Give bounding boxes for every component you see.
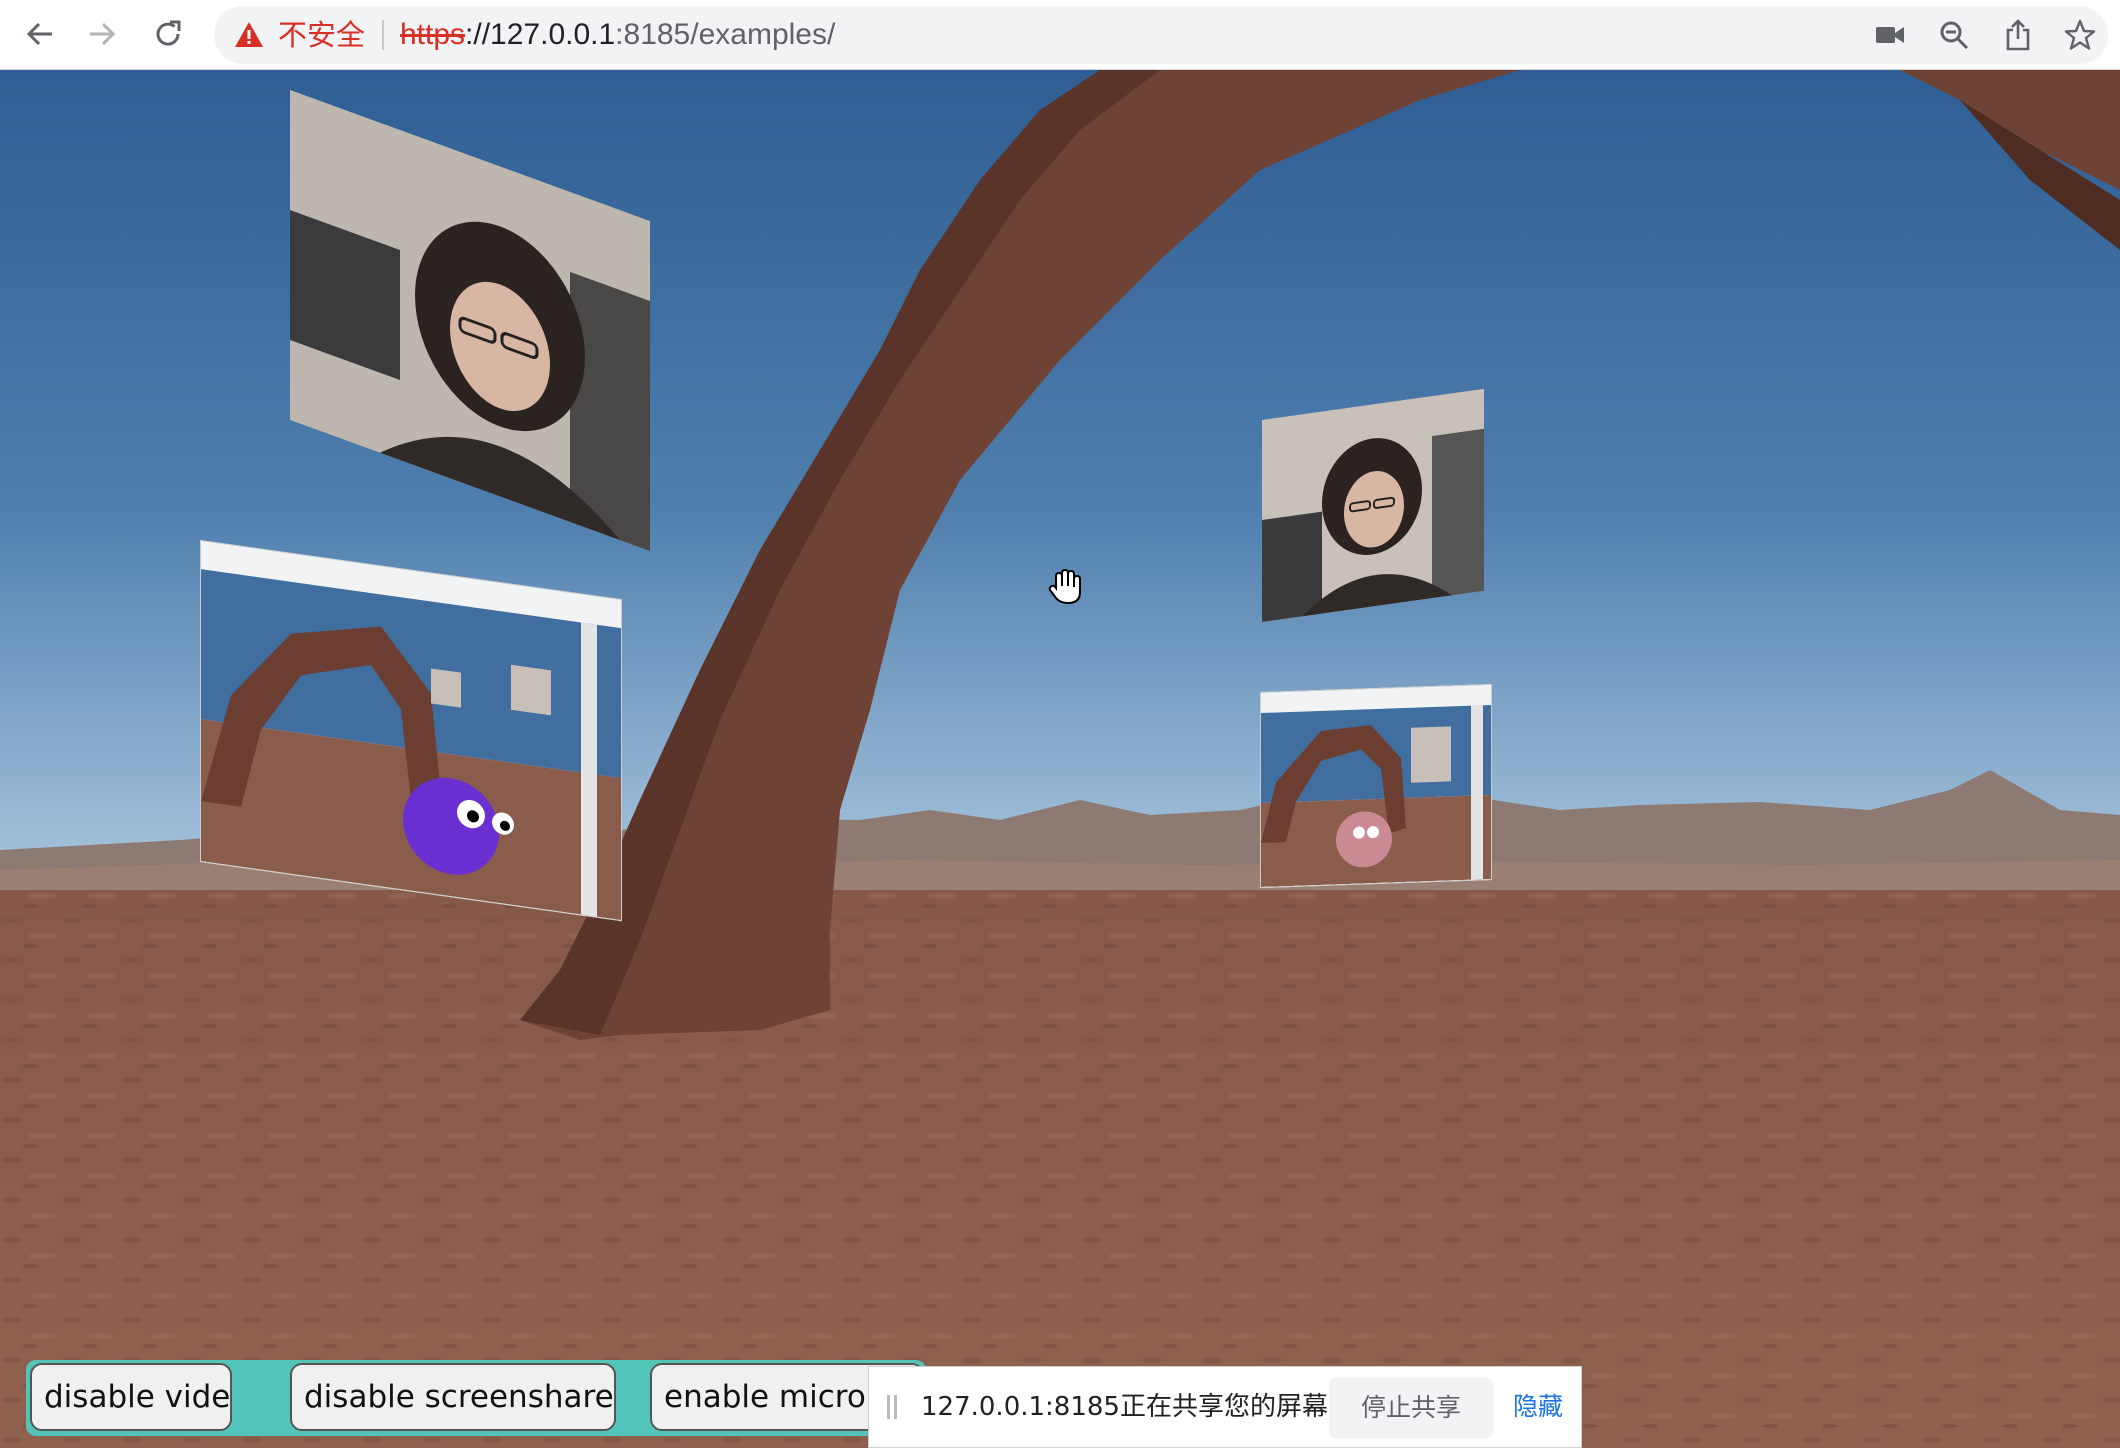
video-camera-icon [1876, 27, 1904, 43]
disable-screenshare-button[interactable]: disable screenshare [290, 1363, 616, 1431]
screenshare-panel-left [200, 540, 622, 922]
screenshare-thumbnail [1261, 684, 1491, 888]
screen-share-notification: 127.0.0.1:8185正在共享您的屏幕。 停止共享 隐藏 [868, 1366, 1582, 1448]
webcam-panel-right [1262, 388, 1484, 622]
stop-sharing-button[interactable]: 停止共享 [1329, 1378, 1493, 1438]
reload-button[interactable] [144, 10, 192, 58]
forward-button[interactable] [78, 10, 126, 58]
screenshare-panel-right [1260, 683, 1492, 889]
zoom-out-icon [1940, 21, 1969, 50]
webgl-scene[interactable] [0, 70, 2120, 1448]
separator [382, 20, 384, 50]
browser-toolbar: 不安全 https://127.0.0.1:8185/examples/ [0, 0, 2120, 70]
controls-bar: disable video disable screenshare enable… [26, 1360, 926, 1436]
person-silhouette [1262, 388, 1484, 622]
screenshare-thumbnail [201, 541, 621, 921]
disable-video-button[interactable]: disable video [30, 1363, 232, 1431]
reload-icon [156, 20, 181, 46]
share-icon [2006, 19, 2030, 51]
arrow-right-icon [90, 22, 116, 46]
address-bar[interactable]: 不安全 https://127.0.0.1:8185/examples/ [214, 6, 2108, 64]
drag-handle-icon[interactable] [887, 1395, 899, 1419]
bookmark-button[interactable] [2060, 15, 2100, 55]
url-host: ://127.0.0.1 [465, 18, 616, 51]
url-tail: :8185/examples/ [615, 18, 836, 51]
camera-indicator[interactable] [1870, 15, 1910, 55]
share-button[interactable] [1998, 15, 2038, 55]
arrow-left-icon [26, 22, 52, 46]
back-button[interactable] [16, 10, 64, 58]
zoom-button[interactable] [1934, 15, 1974, 55]
star-icon [2064, 19, 2096, 50]
grab-hand-icon [1048, 568, 1081, 605]
url-scheme: https [400, 18, 466, 51]
url-text[interactable]: https://127.0.0.1:8185/examples/ [400, 18, 835, 52]
security-label[interactable]: 不安全 [278, 20, 365, 50]
share-message: 127.0.0.1:8185正在共享您的屏幕。 [921, 1392, 1354, 1422]
warning-icon [235, 22, 263, 47]
hide-button[interactable]: 隐藏 [1513, 1389, 1563, 1425]
